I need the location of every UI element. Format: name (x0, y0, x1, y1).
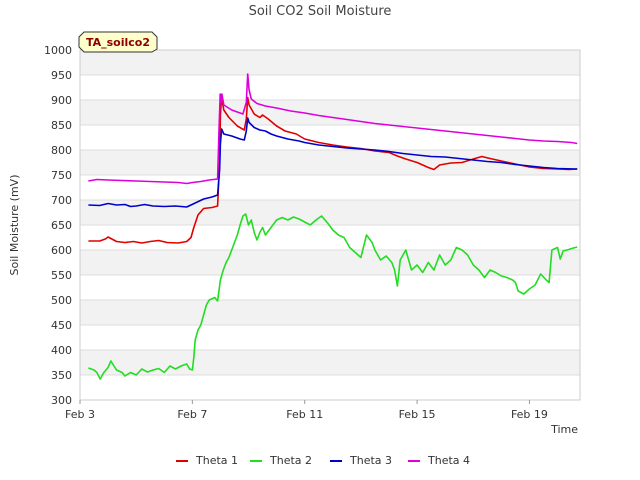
legend-item-theta-3: Theta 3 (330, 454, 392, 467)
y-tick-label: 350 (51, 369, 72, 382)
x-axis: Feb 3 Feb 7 Feb 11 Feb 15 Feb 19 (65, 400, 548, 421)
x-tick-label: Feb 3 (65, 408, 95, 421)
y-tick-label: 750 (51, 169, 72, 182)
legend-label: Theta 3 (349, 454, 392, 467)
legend-label: Theta 1 (195, 454, 238, 467)
chart: Soil CO2 Soil Moisture 300 350 400 450 500 55… (8, 4, 581, 467)
plot-band (80, 175, 580, 200)
legend-item-theta-2: Theta 2 (250, 454, 312, 467)
y-tick-label: 900 (51, 94, 72, 107)
plot-band (80, 200, 580, 225)
plot-band (80, 275, 580, 300)
badge-label: TA_soilco2 (86, 36, 150, 49)
x-tick-label: Feb 15 (399, 408, 436, 421)
plot-band (80, 225, 580, 250)
y-tick-label: 450 (51, 319, 72, 332)
legend-item-theta-4: Theta 4 (408, 454, 470, 467)
plot-band (80, 325, 580, 350)
y-tick-label: 550 (51, 269, 72, 282)
y-tick-label: 650 (51, 219, 72, 232)
y-axis: 300 350 400 450 500 550 600 650 700 750 800 850 900 9… (44, 44, 72, 407)
plot-band (80, 75, 580, 100)
x-tick-label: Feb 19 (511, 408, 548, 421)
y-tick-label: 950 (51, 69, 72, 82)
plot-band (80, 350, 580, 375)
x-tick-label: Feb 11 (286, 408, 323, 421)
y-tick-label: 300 (51, 394, 72, 407)
y-tick-label: 500 (51, 294, 72, 307)
legend-label: Theta 4 (427, 454, 470, 467)
badge: TA_soilco2 (78, 31, 158, 53)
legend-label: Theta 2 (269, 454, 312, 467)
plot-band (80, 250, 580, 275)
plot-band (80, 100, 580, 125)
y-axis-label: Soil Moisture (mV) (8, 175, 21, 276)
chart-title: Soil CO2 Soil Moisture (249, 4, 392, 19)
y-tick-label: 700 (51, 194, 72, 207)
plot-band (80, 50, 580, 75)
legend: Theta 1 Theta 2 Theta 3 Theta 4 (176, 454, 470, 467)
y-tick-label: 800 (51, 144, 72, 157)
y-tick-label: 1000 (44, 44, 72, 57)
plot-band (80, 375, 580, 400)
y-tick-label: 850 (51, 119, 72, 132)
legend-item-theta-1: Theta 1 (176, 454, 238, 467)
plot-band (80, 300, 580, 325)
x-tick-label: Feb 7 (177, 408, 207, 421)
y-tick-label: 600 (51, 244, 72, 257)
x-axis-label: Time (550, 423, 578, 436)
y-tick-label: 400 (51, 344, 72, 357)
